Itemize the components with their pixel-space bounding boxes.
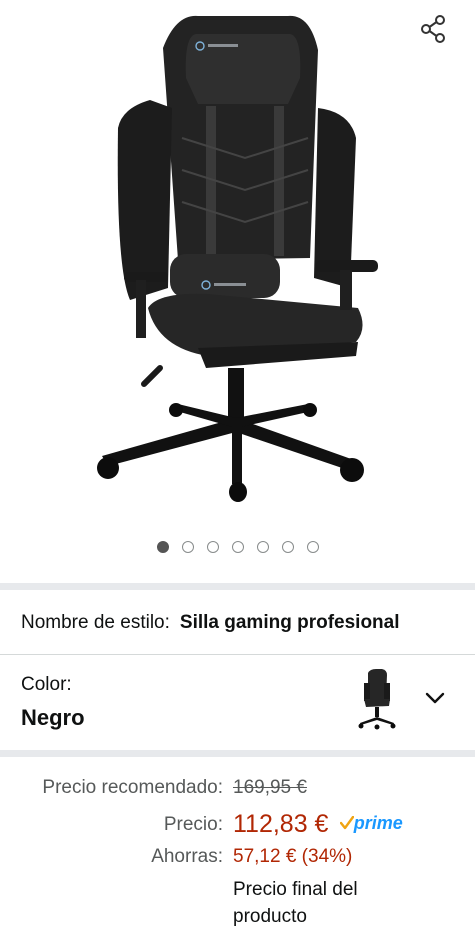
chevron-down-icon	[425, 692, 445, 704]
savings-label: Ahorras:	[151, 846, 223, 867]
prime-check-icon	[339, 816, 354, 830]
section-divider	[0, 750, 475, 757]
savings-value: 57,12 € (34%)	[233, 846, 353, 867]
price-value: 112,83 €	[233, 810, 329, 838]
section-divider	[0, 583, 475, 590]
recommended-price-row: Precio recomendado: 169,95 €	[0, 777, 475, 807]
recommended-price-label: Precio recomendado:	[42, 777, 223, 798]
pagination-dot[interactable]	[256, 541, 269, 553]
pagination-dot[interactable]	[206, 541, 219, 553]
recommended-price-value: 169,95 €	[233, 777, 307, 798]
pagination-dot[interactable]	[231, 541, 244, 553]
style-name-row: Nombre de estilo: Silla gaming profesion…	[0, 592, 475, 654]
pagination-dot[interactable]	[156, 541, 169, 553]
image-gallery[interactable]	[0, 0, 475, 583]
pagination-dot[interactable]	[281, 541, 294, 553]
color-value: Negro	[21, 705, 85, 730]
color-selector[interactable]: Color: Negro	[0, 655, 475, 747]
price-label: Precio:	[163, 814, 223, 835]
style-label: Nombre de estilo:	[21, 612, 170, 633]
share-button[interactable]	[414, 10, 452, 48]
pagination-dot[interactable]	[181, 541, 194, 553]
price-row: Precio: 112,83 € prime	[0, 810, 475, 840]
prime-badge: prime	[339, 812, 403, 834]
product-image[interactable]	[88, 8, 388, 508]
final-price-note: Precio final del producto	[233, 879, 358, 927]
color-swatch-thumbnail[interactable]	[356, 669, 398, 731]
prime-label: prime	[353, 812, 403, 833]
image-pagination	[0, 541, 475, 557]
share-icon	[421, 15, 445, 43]
pagination-dot[interactable]	[306, 541, 319, 553]
price-section: Precio recomendado: 169,95 € Precio: 112…	[0, 764, 475, 932]
style-value: Silla gaming profesional	[179, 612, 400, 633]
price-value-group: 112,83 € prime	[233, 810, 403, 839]
color-label: Color:	[21, 674, 72, 695]
savings-row: Ahorras: 57,12 € (34%)	[0, 846, 475, 876]
color-dropdown-toggle[interactable]	[420, 683, 450, 713]
